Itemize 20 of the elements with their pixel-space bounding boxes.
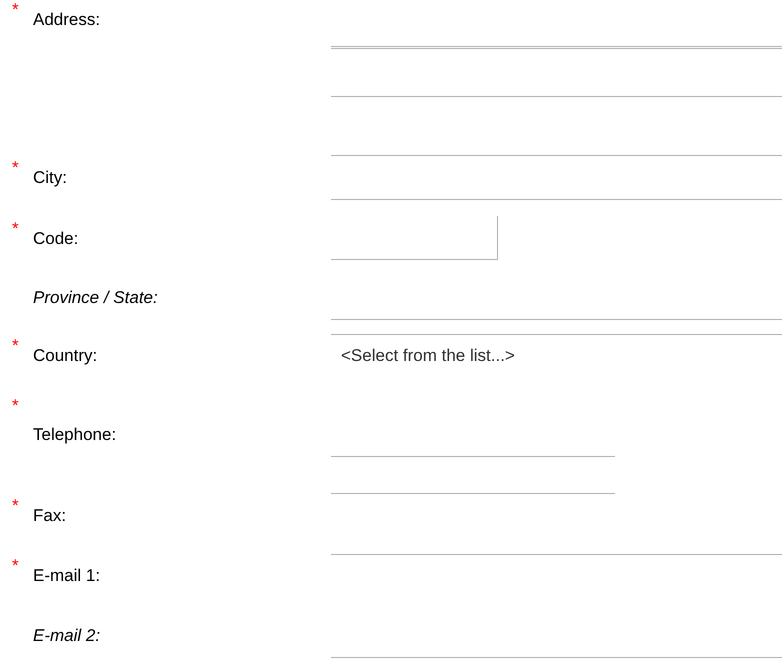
required-marker: *: [12, 556, 20, 576]
field-label: Country:: [33, 346, 98, 366]
field-label: Code:: [33, 229, 78, 249]
field-label: Fax:: [33, 506, 66, 526]
required-marker: *: [12, 0, 20, 20]
required-marker: *: [12, 336, 20, 356]
required-marker: *: [12, 158, 20, 178]
field-label: Province / State:: [33, 288, 158, 308]
required-marker: *: [12, 396, 20, 416]
field-label: E-mail 2:: [33, 626, 100, 646]
country-select[interactable]: <Select from the list...>: [331, 334, 782, 378]
field-label: City:: [33, 168, 67, 188]
field-label: Address:: [33, 10, 100, 30]
input-field[interactable]: [331, 216, 498, 260]
field-label: Telephone:: [33, 425, 116, 445]
required-marker: *: [12, 496, 20, 516]
field-label: E-mail 1:: [33, 566, 100, 586]
required-marker: *: [12, 219, 20, 239]
input-field[interactable]: [331, 155, 782, 200]
input-field[interactable]: [331, 46, 782, 97]
